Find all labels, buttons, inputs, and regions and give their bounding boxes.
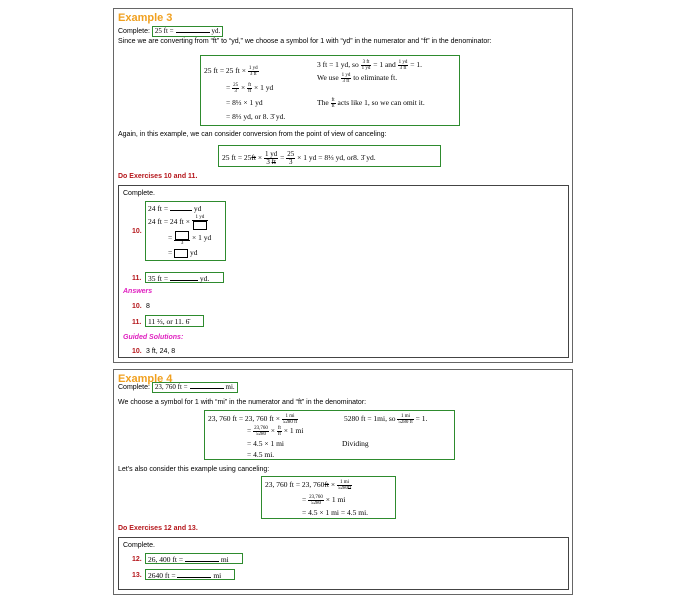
exercise-11-input[interactable] — [169, 280, 198, 281]
example-4-problem-box: 23, 760 ft = mi. — [151, 382, 238, 393]
example-4-work-box: 23, 760 ft = 23, 760 ft × 1 mi 5280 ft 52… — [204, 410, 455, 460]
work-reason-1: 3 ft = 1 yd, so 3 ft 1 yd = 1 and 1 yd 3 f… — [317, 60, 423, 71]
answer-11-box: 11 ⅔, or 11. 6̄ — [145, 315, 204, 327]
exercises-box-10-11: Complete. 10. 24 ft = yd 24 ft = 24 ft ×… — [118, 185, 569, 358]
answer-blank — [175, 32, 210, 33]
example-4-cancel-intro: Let’s also consider this example using c… — [118, 466, 270, 473]
work-line-1: 25 ft = 25 ft × 1 yd 3 ft — [204, 66, 259, 77]
work-line-2: = 25 3 × ft ft × 1 yd — [226, 83, 274, 94]
exercise-12-box: 26, 400 ft = mi — [145, 553, 243, 564]
exercise-12-number: 12. — [132, 556, 142, 563]
do-exercises-10-11: Do Exercises 10 and 11. — [118, 173, 198, 180]
example-4-cancel-box: 23, 760 ft = 23, 760ft × 1 mi 5280ft = 23… — [261, 476, 396, 519]
example-4-problem: Complete: 23, 760 ft = mi. — [118, 382, 238, 393]
guided-solution-10: 3 ft, 24, 8 — [146, 348, 176, 355]
example-3-explanation: Since we are converting from “ft” to “yd… — [118, 38, 492, 45]
answer-11: 11 ⅔, or 11. 6̄ — [148, 317, 190, 326]
answers-label: Answers — [123, 288, 153, 295]
exercise-10-box: 24 ft = yd 24 ft = 24 ft × 1 yd = 3 × 1 … — [145, 201, 226, 261]
work4-line-4: = 4.5 mi. — [247, 450, 275, 459]
exercise-12-input[interactable] — [184, 561, 219, 562]
exercise-10-input-3[interactable] — [174, 248, 189, 258]
exercise-10-input-1[interactable] — [192, 221, 207, 230]
work4-line-1: 23, 760 ft = 23, 760 ft × 1 mi 5280 ft — [208, 414, 299, 425]
exercise-11-box: 35 ft = yd. — [145, 272, 224, 283]
example-3-title: Example 3 — [118, 12, 173, 24]
example-4-explanation: We choose a symbol for 1 with “mi” in th… — [118, 399, 367, 406]
work4-reason-3: Dividing — [342, 439, 369, 448]
exercise-13-input[interactable] — [177, 577, 212, 578]
example-3-cancel-box: 25 ft = 25ft × 1 yd 3 ft = 25 3 × 1 yd = 8… — [218, 145, 441, 167]
example-3-problem: Complete: 25 ft = yd. — [118, 26, 224, 37]
work4-line-3: = 4.5 × 1 mi — [247, 439, 285, 448]
exercise-13-number: 13. — [132, 572, 142, 579]
work-line-3: = 8⅓ × 1 yd — [226, 98, 263, 107]
exercises-intro: Complete. — [123, 190, 155, 197]
guided-solutions-label: Guided Solutions: — [123, 334, 184, 341]
work-line-4: = 8⅓ yd, or 8. 3̄ yd. — [226, 112, 286, 121]
cancel-equation: 25 ft = 25ft × 1 yd 3 ft = 25 3 × 1 yd = 8… — [222, 150, 376, 166]
exercises-box-12-13: Complete. 12. 26, 400 ft = mi 13. 2640 f… — [118, 537, 569, 590]
cancel4-line-3: = 4.5 × 1 mi = 4.5 mi. — [302, 508, 369, 517]
example-3-cancel-intro: Again, in this example, we can consider … — [118, 131, 387, 138]
example-3-problem-box: 25 ft = yd. — [151, 26, 224, 37]
example-3-work-box: 25 ft = 25 ft × 1 yd 3 ft 3 ft = 1 yd, so… — [200, 55, 460, 126]
work-reason-3: The ft ft acts like 1, so we can omit it. — [317, 98, 425, 109]
example-4-panel: Example 4 Complete: 23, 760 ft = mi. We … — [113, 369, 573, 595]
example-3-panel: Example 3 Complete: 25 ft = yd. Since we… — [113, 8, 573, 363]
exercise-10-number: 10. — [132, 228, 142, 235]
exercises-intro: Complete. — [123, 542, 155, 549]
do-exercises-12-13: Do Exercises 12 and 13. — [118, 525, 198, 532]
answer-blank — [189, 388, 224, 389]
cancel4-line-1: 23, 760 ft = 23, 760ft × 1 mi 5280ft — [265, 480, 353, 491]
exercise-10-input-2[interactable] — [175, 231, 190, 240]
exercise-13-box: 2640 ft = mi — [145, 569, 235, 580]
cancel4-line-2: = 23,760 5280 × 1 mi — [302, 495, 346, 506]
work4-line-2: = 23,760 5280 × ft ft × 1 mi — [247, 426, 304, 437]
exercise-11-number: 11. — [132, 275, 142, 282]
work4-reason-1: 5280 ft = 1mi, so 1 mi 5280 ft = 1. — [344, 414, 428, 425]
work-reason-2: We use 1 yd 3 ft to eliminate ft. — [317, 73, 398, 84]
answer-10: 8 — [146, 303, 150, 310]
